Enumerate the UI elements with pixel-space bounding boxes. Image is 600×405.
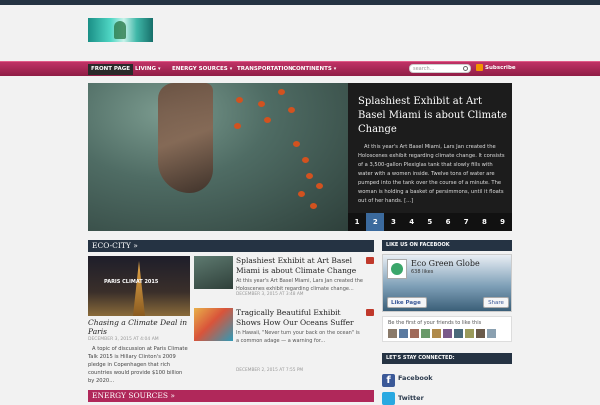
sidebar-heading-connect: LET'S STAY CONNECTED: [382,353,512,364]
slider-excerpt: At this year's Art Basel Miami, Lars Jan… [358,144,505,204]
slider-pager: 1 2 3 4 5 6 7 8 9 [348,213,512,231]
pager-button[interactable]: 6 [438,213,458,231]
site-logo[interactable] [88,18,153,42]
persimmon [236,97,243,103]
logo-tree-icon [114,21,126,39]
avatar[interactable] [476,329,485,338]
chevron-down-icon: ▾ [157,66,161,72]
share-label: Share [488,300,504,306]
subscribe-link[interactable]: Subscribe [485,64,516,72]
pager-button[interactable]: 8 [475,213,494,231]
top-strip [0,0,600,5]
avatar[interactable] [421,329,430,338]
like-page-label: Like Page [391,300,421,306]
post-thumbnail[interactable] [194,308,233,341]
avatar[interactable] [388,329,397,338]
rss-icon[interactable] [476,64,483,71]
slider-image[interactable] [88,83,348,231]
persimmon [288,107,295,113]
feature-title[interactable]: Chasing a Climate Deal in Paris [88,318,190,336]
persimmon [302,157,309,163]
pager-button-active[interactable]: 2 [366,213,385,231]
persimmon [316,183,323,189]
nav-continents[interactable]: CONTINENTS ▾ [289,64,339,75]
persimmon [310,203,317,209]
slider-title[interactable]: Splashiest Exhibit at Art Basel Miami is… [358,95,508,137]
feature-excerpt: A topic of discussion at Paris Climate T… [88,346,188,384]
section-heading-eco-city[interactable]: ECO-CITY » [88,240,374,252]
facebook-icon[interactable]: f [382,374,395,387]
post-title[interactable]: Splashiest Exhibit at Art Basel Miami is… [236,256,364,275]
post-excerpt: In Hawaii, "Never turn your back on the … [236,330,360,344]
persimmon [298,191,305,197]
slider-figure [158,83,213,193]
chevron-down-icon: ▾ [229,66,233,72]
post-date: DECEMBER 2, 2015 AT 7:55 PM [236,368,304,373]
connect-facebook-link[interactable]: Facebook [398,374,433,382]
persimmon [234,123,241,129]
featured-slider: Splashiest Exhibit at Art Basel Miami is… [88,83,512,231]
search-icon[interactable] [463,66,468,71]
twitter-icon[interactable] [382,392,395,405]
pager-button[interactable]: 3 [384,213,403,231]
comment-count-icon[interactable] [366,257,374,264]
avatar[interactable] [410,329,419,338]
facebook-page-widget[interactable]: Eco Green Globe 638 likes Like Page Shar… [382,254,512,312]
share-button[interactable]: Share [483,297,509,308]
nav-living[interactable]: LIVING ▾ [132,64,164,75]
nav-label: FRONT PAGE [91,66,130,72]
search-input[interactable]: search... [409,64,471,73]
facebook-like-count: 638 likes [411,269,434,275]
chevron-down-icon: ▾ [333,66,337,72]
nav-label: TRANSPORTATION [237,66,293,72]
connect-twitter-link[interactable]: Twitter [398,394,424,402]
post-date: DECEMBER 3, 2015 AT 3:48 AM [236,292,304,297]
avatar[interactable] [432,329,441,338]
like-page-button[interactable]: Like Page [387,297,427,308]
feature-image[interactable]: PARIS CLIMAT 2015 [88,256,190,316]
feature-date: DECEMBER 3, 2015 AT 4:04 AM [88,337,159,342]
slider-caption: Splashiest Exhibit at Art Basel Miami is… [348,83,512,231]
pager-button[interactable]: 7 [457,213,476,231]
facebook-page-name[interactable]: Eco Green Globe [411,259,480,268]
persimmon [278,89,285,95]
persimmon [258,101,265,107]
pager-button[interactable]: 4 [402,213,421,231]
comment-count-icon[interactable] [366,309,374,316]
page-logo [387,259,407,279]
persimmon [293,141,300,147]
avatar[interactable] [399,329,408,338]
friends-text: Be the first of your friends to like thi… [388,320,482,326]
post-thumbnail[interactable] [194,256,233,289]
feature-image-label: PARIS CLIMAT 2015 [104,279,159,285]
post-title[interactable]: Tragically Beautiful Exhibit Shows How O… [236,308,364,327]
nav-transportation[interactable]: TRANSPORTATION [234,64,296,75]
facebook-friends-box: Be the first of your friends to like thi… [382,316,512,342]
avatar[interactable] [465,329,474,338]
nav-label: ENERGY SOURCES [172,66,228,72]
globe-icon [391,263,403,275]
persimmon [306,173,313,179]
pager-button[interactable]: 9 [493,213,512,231]
post-excerpt: At this year's Art Basel Miami, Lars Jan… [236,278,363,292]
nav-label: CONTINENTS [292,66,332,72]
persimmon [264,117,271,123]
pager-button[interactable]: 1 [348,213,367,231]
search-placeholder: search... [413,66,435,72]
nav-label: LIVING [135,66,156,72]
eiffel-tower-shape [133,261,145,316]
nav-front-page[interactable]: FRONT PAGE [88,64,133,75]
avatar[interactable] [487,329,496,338]
avatar[interactable] [454,329,463,338]
nav-energy-sources[interactable]: ENERGY SOURCES ▾ [169,64,235,75]
pager-button[interactable]: 5 [420,213,439,231]
avatar[interactable] [443,329,452,338]
sidebar-heading-facebook: LIKE US ON FACEBOOK [382,240,512,251]
section-heading-energy-sources[interactable]: ENERGY SOURCES » [88,390,374,402]
